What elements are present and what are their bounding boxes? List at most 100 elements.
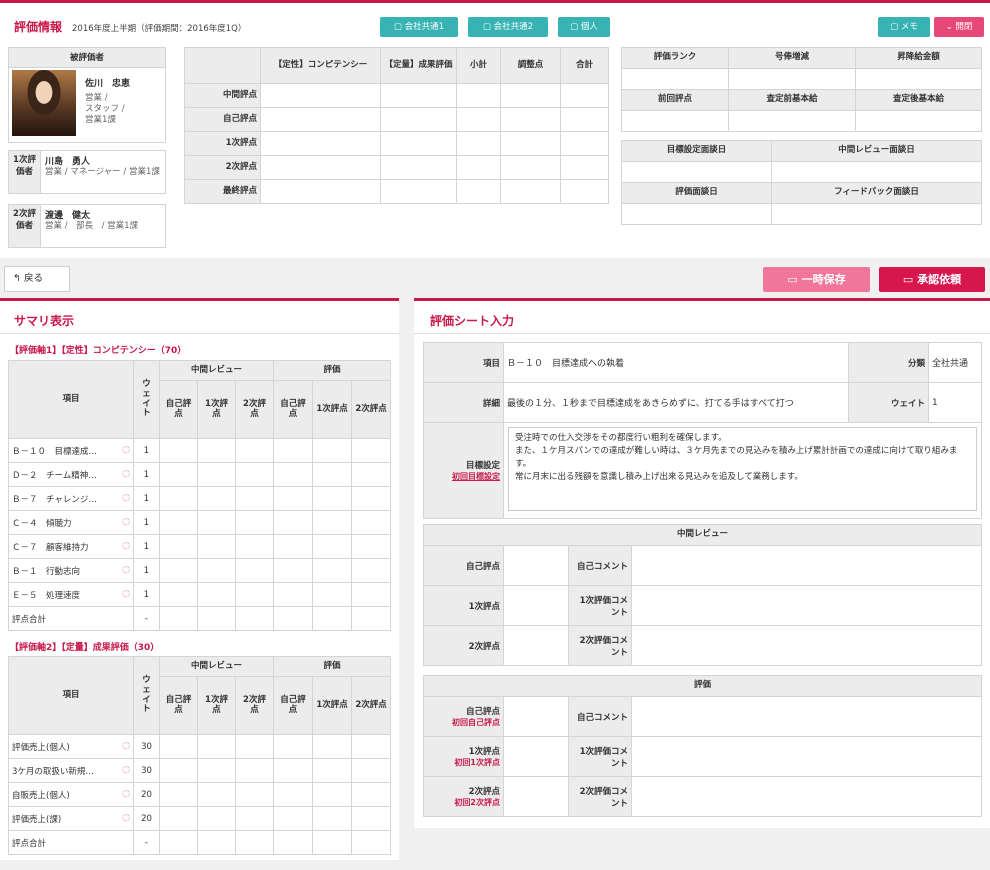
table-row[interactable]: Ｃ－７ 顧客維持力 ◌ 1 (8, 534, 392, 559)
weight-label: ウェイト (848, 382, 929, 423)
evaluatee-name: 佐川 忠恵 (85, 79, 131, 89)
axis1-table: 項目 ウェイト 中間レビュー 評価 自己評点 1次評点 2次評点 自己評点 1次評点 2次評点 … (8, 360, 392, 631)
first-score-input[interactable] (503, 585, 569, 626)
col-subtotal: 小計 (456, 47, 501, 84)
col-prev-score: 前回評点 (621, 89, 729, 111)
evaluator1-card: 1次評価者 川島 勇人 営業 / マネージャー / 営業1課 (8, 150, 166, 194)
col-total: 合計 (560, 47, 609, 84)
col-adjust: 調整点 (500, 47, 561, 84)
evaluatee-card: 被評価者 佐川 忠恵 営業 / スタッフ / 営業1課 (8, 47, 166, 143)
table-row[interactable]: 評価売上(個人) ◌ 30 (8, 734, 392, 759)
evaluator1-name: 川島 勇人 (45, 157, 91, 167)
evaluation-table: 評価 自己評点 初回自己評点 自己コメント 1次評点 初回1次評点 1次評価コメント 2… (422, 675, 983, 817)
table-row[interactable]: Ｄ－２ チーム精神… ◌ 1 (8, 462, 392, 487)
col-feedback-interview: フィードバック面談日 (771, 182, 982, 204)
col-base-before: 査定前基本給 (728, 89, 856, 111)
approve-request-button[interactable]: ▭ 承認依頼 (879, 267, 985, 292)
category-label: 分類 (848, 342, 929, 383)
initial-second-score-link[interactable]: 初回2次評点 (427, 797, 500, 808)
comment-icon[interactable]: ◌ (122, 445, 130, 455)
comment-icon[interactable]: ◌ (122, 765, 130, 775)
col-weight: ウェイト (133, 656, 160, 735)
comment-icon[interactable]: ◌ (122, 469, 130, 479)
second-score-input[interactable] (503, 776, 569, 817)
col-goal-interview: 目標設定面談日 (621, 140, 772, 162)
chevron-down-icon: ⌄ (945, 22, 956, 32)
comment-icon[interactable]: ◌ (122, 789, 130, 799)
evaluatee-dept: 営業 / (85, 93, 108, 103)
comment-icon[interactable]: ◌ (122, 565, 130, 575)
col-competency: 【定性】コンピテンシー (260, 47, 381, 84)
weight-value: 1 (928, 382, 982, 423)
table-row[interactable]: Ｂ－１０ 目標達成… ◌ 1 (8, 438, 392, 463)
group-mid-review: 中間レビュー (158, 360, 275, 381)
save-icon: ▭ (902, 273, 918, 286)
comment-icon[interactable]: ◌ (122, 517, 130, 527)
first-comment-input[interactable] (630, 585, 983, 626)
col-performance: 【定量】成果評価 (380, 47, 457, 84)
second-comment-input[interactable] (630, 776, 983, 817)
axis1-title: 【評価軸1】【定性】コンピテンシー（70） (10, 346, 187, 356)
first-score-input[interactable] (503, 736, 569, 777)
total-row: 評点合計 - (8, 606, 392, 631)
table-row[interactable]: Ｂ－１ 行動志向 ◌ 1 (8, 558, 392, 583)
item-label: 項目 (423, 342, 504, 383)
table-row[interactable]: 評価売上(課) ◌ 20 (8, 806, 392, 831)
item-value: Ｂ－１０ 目標達成への執着 (503, 342, 849, 383)
initial-self-score-link[interactable]: 初回自己評点 (427, 717, 500, 728)
second-score-input[interactable] (503, 625, 569, 666)
self-comment-input[interactable] (630, 696, 983, 737)
goal-setting-textarea[interactable]: 受注時での仕入交渉をその都度行い粗利を確保します。 また、１ケ月スパンでの達成が… (508, 427, 977, 511)
avatar (12, 70, 76, 136)
evaluatee-role: スタッフ / (85, 104, 125, 114)
comment-icon: ▢ (890, 22, 901, 32)
sheet-title: 評価シート入力 (430, 314, 515, 328)
comment-icon[interactable]: ◌ (122, 813, 130, 823)
table-row[interactable]: 自販売上(個人) ◌ 20 (8, 782, 392, 807)
score-table: 【定性】コンピテンシー 【定量】成果評価 小計 調整点 合計 中間評点 自己評点… (184, 47, 609, 204)
row-second-score: 2次評点 (184, 155, 261, 180)
comment-icon[interactable]: ◌ (122, 589, 130, 599)
company-share1-button[interactable]: ▢ 会社共通1 (380, 17, 458, 37)
axis2-table: 項目 ウェイト 中間レビュー 評価 自己評点 1次評点 2次評点 自己評点 1次評点 2次評点 … (8, 656, 392, 855)
memo-button[interactable]: ▢ メモ (878, 17, 930, 37)
initial-first-score-link[interactable]: 初回1次評点 (427, 757, 500, 768)
col-salary-change: 昇降給金額 (855, 47, 982, 69)
table-row[interactable]: 3ケ月の取扱い新規… ◌ 30 (8, 758, 392, 783)
table-row[interactable]: Ｃ－４ 傾聴力 ◌ 1 (8, 510, 392, 535)
company-share2-button[interactable]: ▢ 会社共通2 (468, 17, 548, 37)
toggle-button[interactable]: ⌄ 開閉 (934, 17, 984, 37)
self-score-input[interactable] (503, 696, 569, 737)
evaluator2-label: 2次評価者 (9, 205, 41, 247)
second-comment-input[interactable] (630, 625, 983, 666)
page-title: 評価情報 (14, 20, 63, 34)
total-row: 評点合計 - (8, 830, 392, 855)
rank-table: 評価ランク 号俸増減 昇降給金額 前回評点 査定前基本給 査定後基本給 (621, 47, 982, 132)
self-comment-input[interactable] (630, 545, 983, 586)
initial-goal-link[interactable]: 初回目標設定 (427, 471, 500, 482)
col-item: 項目 (8, 656, 134, 735)
summary-title: サマリ表示 (14, 314, 75, 328)
col-mid-interview: 中間レビュー面談日 (771, 140, 982, 162)
back-button[interactable]: ↰ 戻る (4, 266, 70, 292)
comment-icon[interactable]: ◌ (122, 541, 130, 551)
item-detail-table: 項目 Ｂ－１０ 目標達成への執着 分類 全社共通 詳細 最後の１分、１秒まで目標達成をあ… (423, 342, 982, 519)
evaluation-heading: 評価 (422, 675, 983, 697)
col-item: 項目 (8, 360, 134, 439)
temp-save-button[interactable]: ▭ 一時保存 (763, 267, 870, 292)
period-subtitle: 2016年度上半期（評価期間：2016年度1Q） (72, 24, 247, 34)
evaluator2-detail: 営業 / 部長 / 営業1課 (45, 221, 139, 231)
table-row[interactable]: Ｂ－７ チャレンジ… ◌ 1 (8, 486, 392, 511)
mid-review-table: 中間レビュー 自己評点 自己コメント 1次評点 1次評価コメント 2次評点 2次評価コ… (422, 524, 983, 666)
comment-icon[interactable]: ◌ (122, 493, 130, 503)
col-step-change: 号俸増減 (728, 47, 856, 69)
table-row[interactable]: Ｅ－５ 処理速度 ◌ 1 (8, 582, 392, 607)
comment-icon[interactable]: ◌ (122, 741, 130, 751)
first-comment-input[interactable] (630, 736, 983, 777)
group-evaluation: 評価 (273, 360, 392, 381)
comment-icon: ▢ (570, 22, 581, 32)
self-score-input[interactable] (503, 545, 569, 586)
divider (0, 333, 399, 334)
row-final-score: 最終評点 (184, 179, 261, 204)
personal-button[interactable]: ▢ 個人 (558, 17, 610, 37)
